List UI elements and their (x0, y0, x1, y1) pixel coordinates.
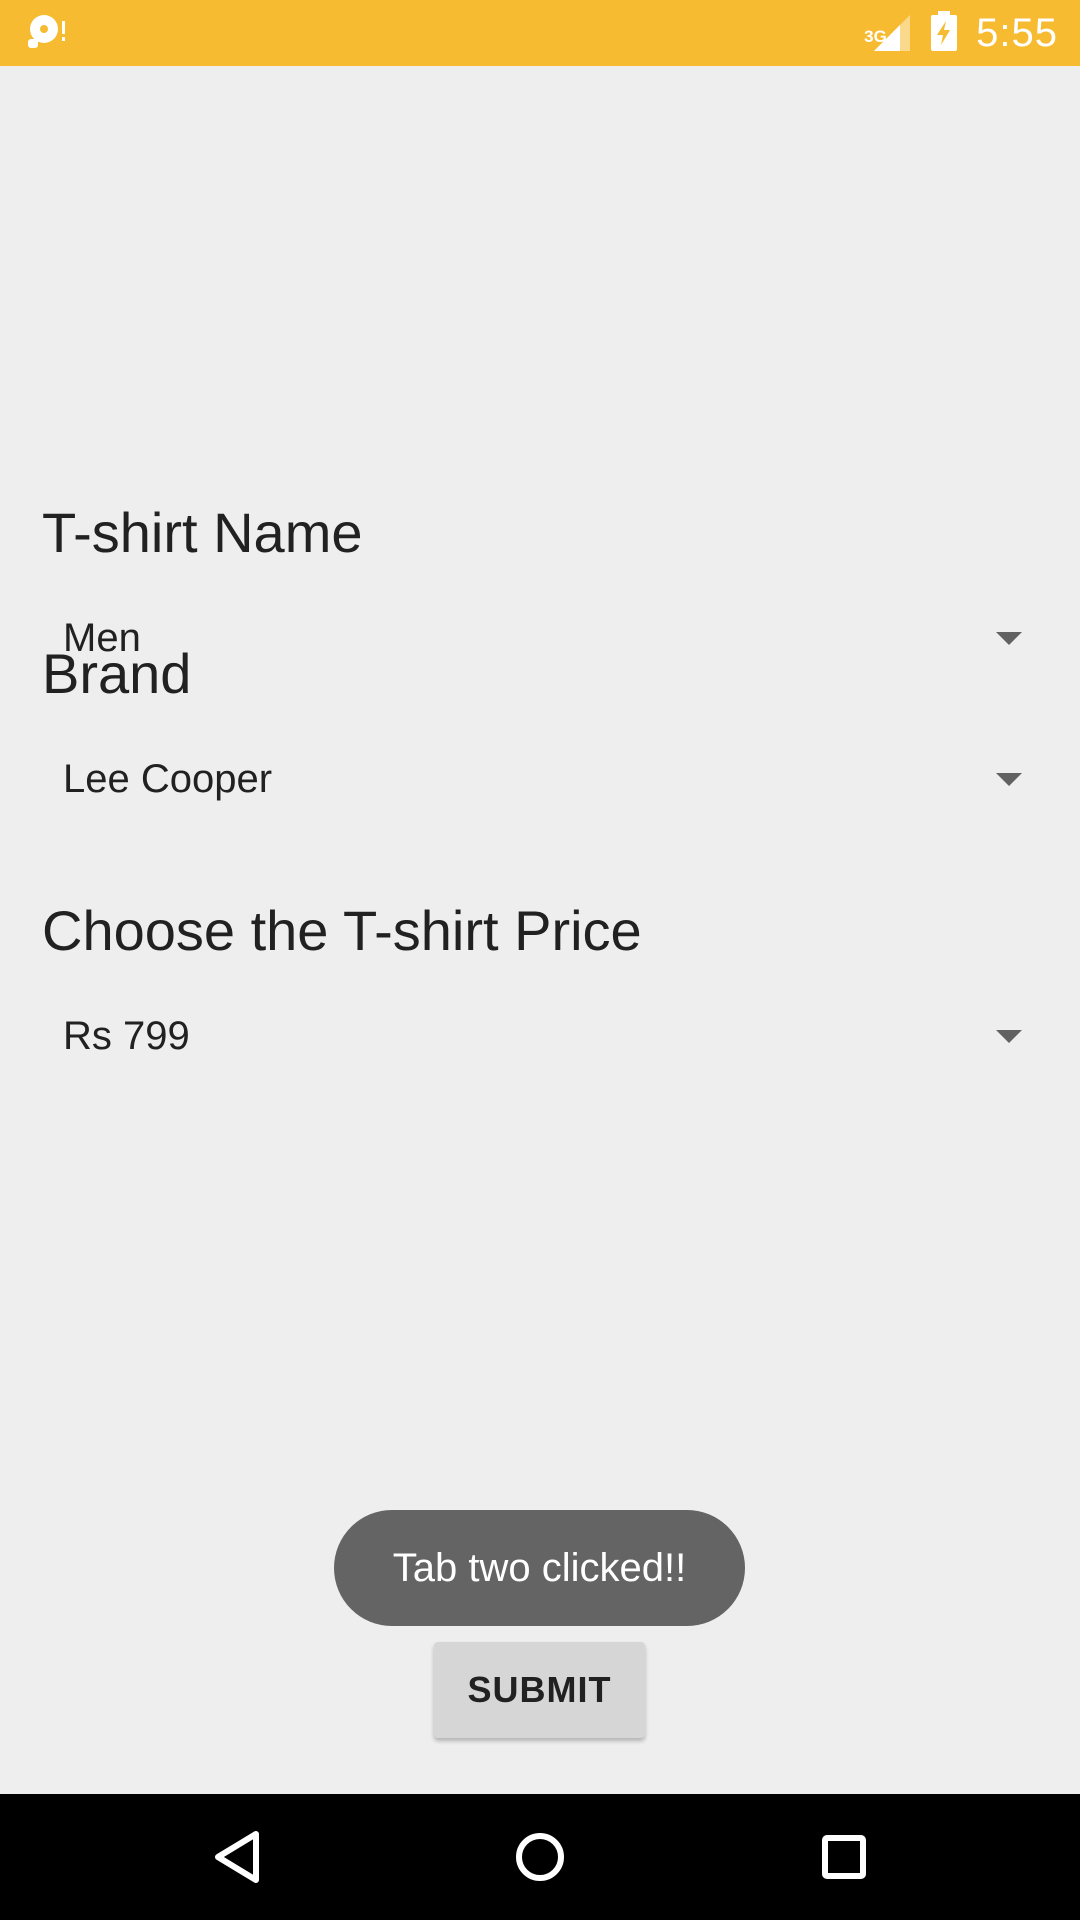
home-icon[interactable] (507, 1824, 573, 1890)
back-icon[interactable] (204, 1824, 270, 1890)
notification-icon (26, 11, 70, 56)
navigation-bar (0, 1794, 1080, 1920)
price-spinner[interactable]: Rs 799 (42, 999, 1038, 1073)
brand-spinner[interactable]: Lee Cooper (42, 742, 1038, 816)
price-value: Rs 799 (63, 1013, 190, 1058)
brand-label: Brand (42, 642, 192, 705)
submit-button[interactable]: SUBMIT (434, 1642, 645, 1738)
dropdown-arrow-icon (996, 631, 1022, 645)
brand-value: Lee Cooper (63, 756, 273, 801)
dropdown-arrow-icon (996, 1029, 1022, 1043)
status-time: 5:55 (976, 10, 1058, 55)
status-bar: 3G 5:55 (0, 0, 1080, 66)
toast-message: Tab two clicked!! (334, 1510, 745, 1626)
recents-icon[interactable] (811, 1824, 877, 1890)
battery-charging-icon (930, 10, 958, 56)
tshirt-name-label: T-shirt Name (42, 501, 363, 564)
signal-icon: 3G (864, 13, 912, 53)
dropdown-arrow-icon (996, 772, 1022, 786)
price-label: Choose the T-shirt Price (42, 899, 642, 962)
